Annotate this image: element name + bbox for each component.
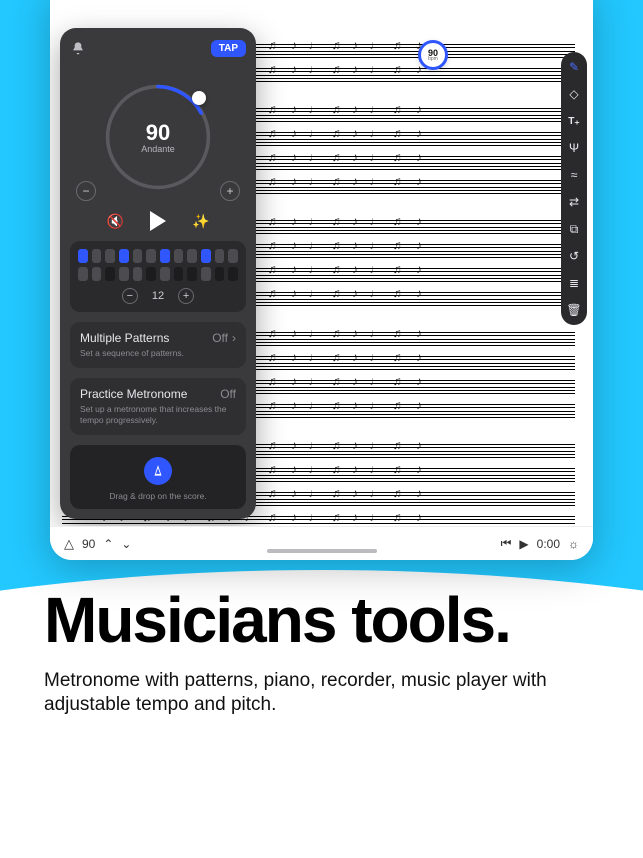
- text-icon[interactable]: T₊: [567, 114, 581, 128]
- playback-controls: 🔇 ✨: [70, 211, 246, 231]
- tempo-decrease-button[interactable]: −: [76, 181, 96, 201]
- tempo-name: Andante: [141, 144, 175, 154]
- tablet-device-frame: Vla. B. 90 bpm ✎ ◇ T₊ Ψ ≈ ⇄ ⧉ ↺ ≣ 🗑: [50, 0, 593, 560]
- playback-time: 0:00: [537, 537, 560, 551]
- brightness-icon[interactable]: ☼: [568, 537, 579, 551]
- swap-icon[interactable]: ⇄: [567, 195, 581, 209]
- pattern-decrease-button[interactable]: −: [122, 288, 138, 304]
- practice-metronome-option[interactable]: Practice Metronome Off Set up a metronom…: [70, 378, 246, 435]
- tap-tempo-button[interactable]: TAP: [211, 40, 246, 57]
- tempo-dial[interactable]: − 90 Andante +: [70, 67, 246, 207]
- pattern-cell[interactable]: [201, 249, 211, 263]
- option-state: Off: [220, 387, 236, 401]
- flash-icon[interactable]: ✨: [192, 213, 209, 230]
- pattern-count: 12: [152, 290, 164, 302]
- pattern-cell[interactable]: [119, 249, 129, 263]
- chevron-down-icon[interactable]: ⌄: [121, 537, 131, 551]
- layers-icon[interactable]: ≣: [567, 276, 581, 290]
- pattern-cell[interactable]: [146, 267, 156, 281]
- pattern-cell[interactable]: [174, 249, 184, 263]
- hero-section: Musicians tools. Metronome with patterns…: [44, 590, 603, 718]
- prev-track-icon[interactable]: ⏮: [501, 536, 512, 551]
- bottom-bpm: 90: [82, 537, 95, 551]
- pattern-cell[interactable]: [160, 267, 170, 281]
- option-description: Set up a metronome that increases the te…: [80, 404, 236, 426]
- multiple-patterns-option[interactable]: Multiple Patterns Off › Set a sequence of…: [70, 322, 246, 368]
- hero-subtitle: Metronome with patterns, piano, recorder…: [44, 669, 564, 718]
- option-title: Multiple Patterns: [80, 331, 169, 345]
- tempo-increase-button[interactable]: +: [220, 181, 240, 201]
- pattern-cell[interactable]: [215, 267, 225, 281]
- drop-hint: Drag & drop on the score.: [109, 491, 206, 501]
- tempo-marker-unit: bpm: [428, 56, 438, 62]
- pattern-cell[interactable]: [187, 267, 197, 281]
- bell-icon[interactable]: [70, 41, 86, 57]
- trash-icon[interactable]: 🗑: [567, 303, 581, 317]
- pattern-cell[interactable]: [187, 249, 197, 263]
- tuning-fork-icon[interactable]: Ψ: [567, 141, 581, 155]
- pattern-cell[interactable]: [105, 249, 115, 263]
- mute-icon[interactable]: 🔇: [107, 213, 124, 230]
- pattern-cell[interactable]: [228, 267, 238, 281]
- hero-title: Musicians tools.: [44, 590, 603, 651]
- chevron-up-icon[interactable]: ⌃: [103, 537, 113, 551]
- option-title: Practice Metronome: [80, 387, 187, 401]
- pattern-cell[interactable]: [92, 249, 102, 263]
- editor-bottom-bar: △ 90 ⌃ ⌄ ⏮ ▶ 0:00 ☼: [50, 526, 593, 560]
- pattern-cell[interactable]: [215, 249, 225, 263]
- option-state: Off: [212, 331, 228, 345]
- eraser-icon[interactable]: ◇: [567, 87, 581, 101]
- crop-icon[interactable]: ⧉: [567, 222, 581, 236]
- pattern-cell[interactable]: [133, 249, 143, 263]
- tempo-bpm-value: 90: [146, 120, 170, 146]
- pattern-cell[interactable]: [160, 249, 170, 263]
- home-indicator: [267, 549, 377, 553]
- play-icon[interactable]: ▶: [519, 537, 528, 551]
- pattern-cell[interactable]: [92, 267, 102, 281]
- pattern-cell[interactable]: [228, 249, 238, 263]
- pattern-cell[interactable]: [78, 249, 88, 263]
- pattern-cell[interactable]: [78, 267, 88, 281]
- drop-zone[interactable]: Drag & drop on the score.: [70, 445, 246, 509]
- pattern-cell[interactable]: [119, 267, 129, 281]
- metronome-panel: TAP − 90 Andante + 🔇 ✨: [60, 28, 256, 519]
- metronome-drop-icon[interactable]: [144, 457, 172, 485]
- wave-icon[interactable]: ≈: [567, 168, 581, 182]
- pattern-cell[interactable]: [174, 267, 184, 281]
- pattern-increase-button[interactable]: +: [178, 288, 194, 304]
- pattern-cell[interactable]: [201, 267, 211, 281]
- pattern-cell[interactable]: [105, 267, 115, 281]
- score-tempo-marker[interactable]: 90 bpm: [418, 40, 448, 70]
- pattern-cell[interactable]: [146, 249, 156, 263]
- option-description: Set a sequence of patterns.: [80, 348, 236, 359]
- pencil-icon[interactable]: ✎: [567, 60, 581, 74]
- undo-icon[interactable]: ↺: [567, 249, 581, 263]
- metronome-icon[interactable]: △: [64, 536, 74, 552]
- annotation-toolbar: ✎ ◇ T₊ Ψ ≈ ⇄ ⧉ ↺ ≣ 🗑: [561, 52, 587, 325]
- chevron-right-icon: ›: [232, 331, 236, 345]
- pattern-grid: − 12 +: [70, 241, 246, 312]
- play-button[interactable]: [150, 211, 166, 231]
- pattern-cell[interactable]: [133, 267, 143, 281]
